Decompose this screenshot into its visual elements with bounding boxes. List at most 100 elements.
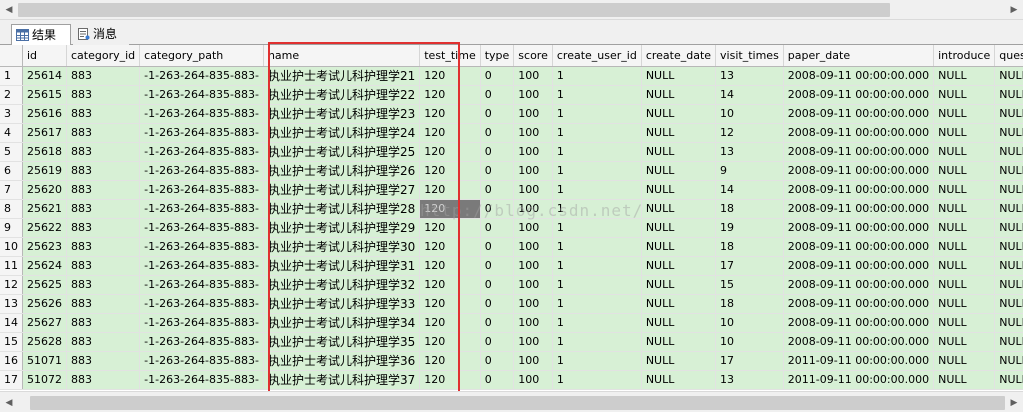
cell-visit-times[interactable]: 10	[715, 104, 784, 124]
cell-id[interactable]: 25625	[22, 275, 67, 295]
cell-questio[interactable]: NULL	[994, 104, 1023, 124]
cell-visit-times[interactable]: 15	[715, 275, 784, 295]
cell-test-time[interactable]: 120	[419, 294, 481, 314]
cell-visit-times[interactable]: 12	[715, 123, 784, 143]
cell-name[interactable]: 执业护士考试儿科护理学30	[263, 237, 421, 257]
cell-create-date[interactable]: NULL	[641, 85, 717, 105]
cell-name[interactable]: 执业护士考试儿科护理学21	[263, 66, 421, 86]
row-number[interactable]: 7	[0, 180, 23, 200]
cell-create-user-id[interactable]: 1	[552, 313, 642, 333]
cell-introduce[interactable]: NULL	[933, 66, 996, 86]
cell-test-time[interactable]: 120	[419, 180, 481, 200]
table-row[interactable]: 11 25624 883 -1-263-264-835-883- 执业护士考试儿科护理学…	[0, 256, 1023, 276]
scroll-left-arrow-icon[interactable]: ◀	[1, 2, 17, 18]
cell-visit-times[interactable]: 13	[715, 370, 784, 390]
cell-name[interactable]: 执业护士考试儿科护理学31	[263, 256, 421, 276]
cell-test-time[interactable]: 120	[419, 85, 481, 105]
cell-create-date[interactable]: NULL	[641, 275, 717, 295]
cell-type[interactable]: 0	[480, 370, 515, 390]
cell-score[interactable]: 100	[513, 180, 553, 200]
cell-visit-times[interactable]: 14	[715, 180, 784, 200]
row-number[interactable]: 15	[0, 332, 23, 352]
table-row[interactable]: 17 51072 883 -1-263-264-835-883- 执业护士考试儿科护理学…	[0, 370, 1023, 390]
cell-test-time[interactable]: 120	[419, 161, 481, 181]
cell-create-user-id[interactable]: 1	[552, 351, 642, 371]
row-number[interactable]: 11	[0, 256, 23, 276]
cell-id[interactable]: 25614	[22, 66, 67, 86]
cell-category-path[interactable]: -1-263-264-835-883-	[139, 256, 264, 276]
cell-category-id[interactable]: 883	[66, 370, 141, 390]
cell-introduce[interactable]: NULL	[933, 142, 996, 162]
cell-test-time[interactable]: 120	[419, 332, 481, 352]
cell-category-path[interactable]: -1-263-264-835-883-	[139, 66, 264, 86]
cell-introduce[interactable]: NULL	[933, 332, 996, 352]
cell-create-user-id[interactable]: 1	[552, 123, 642, 143]
column-header-name[interactable]: name	[263, 45, 421, 67]
cell-type[interactable]: 0	[480, 332, 515, 352]
cell-type[interactable]: 0	[480, 66, 515, 86]
cell-type[interactable]: 0	[480, 275, 515, 295]
cell-type[interactable]: 0	[480, 199, 515, 219]
cell-category-path[interactable]: -1-263-264-835-883-	[139, 123, 264, 143]
column-header-introduce[interactable]: introduce	[933, 45, 996, 67]
cell-score[interactable]: 100	[513, 313, 553, 333]
column-header-visit-times[interactable]: visit_times	[715, 45, 784, 67]
cell-id[interactable]: 25626	[22, 294, 67, 314]
cell-create-user-id[interactable]: 1	[552, 218, 642, 238]
cell-test-time[interactable]: 120	[419, 123, 481, 143]
cell-questio[interactable]: NULL	[994, 66, 1023, 86]
cell-score[interactable]: 100	[513, 123, 553, 143]
cell-visit-times[interactable]: 10	[715, 332, 784, 352]
cell-test-time[interactable]: 120	[419, 104, 481, 124]
cell-create-user-id[interactable]: 1	[552, 161, 642, 181]
cell-introduce[interactable]: NULL	[933, 123, 996, 143]
cell-questio[interactable]: NULL	[994, 370, 1023, 390]
cell-score[interactable]: 100	[513, 142, 553, 162]
cell-category-path[interactable]: -1-263-264-835-883-	[139, 85, 264, 105]
cell-category-id[interactable]: 883	[66, 66, 141, 86]
cell-create-date[interactable]: NULL	[641, 313, 717, 333]
cell-id[interactable]: 25623	[22, 237, 67, 257]
table-row[interactable]: 3 25616 883 -1-263-264-835-883- 执业护士考试儿科护理学2…	[0, 104, 1023, 124]
cell-name[interactable]: 执业护士考试儿科护理学25	[263, 142, 421, 162]
cell-create-date[interactable]: NULL	[641, 180, 717, 200]
cell-name[interactable]: 执业护士考试儿科护理学35	[263, 332, 421, 352]
cell-introduce[interactable]: NULL	[933, 199, 996, 219]
cell-score[interactable]: 100	[513, 218, 553, 238]
cell-score[interactable]: 100	[513, 66, 553, 86]
cell-category-path[interactable]: -1-263-264-835-883-	[139, 180, 264, 200]
cell-create-date[interactable]: NULL	[641, 104, 717, 124]
cell-type[interactable]: 0	[480, 256, 515, 276]
cell-category-id[interactable]: 883	[66, 218, 141, 238]
table-row[interactable]: 7 25620 883 -1-263-264-835-883- 执业护士考试儿科护理学2…	[0, 180, 1023, 200]
cell-introduce[interactable]: NULL	[933, 180, 996, 200]
cell-category-path[interactable]: -1-263-264-835-883-	[139, 351, 264, 371]
column-header-questio[interactable]: questio	[994, 45, 1023, 67]
cell-name[interactable]: 执业护士考试儿科护理学27	[263, 180, 421, 200]
cell-name[interactable]: 执业护士考试儿科护理学37	[263, 370, 421, 390]
cell-score[interactable]: 100	[513, 332, 553, 352]
cell-score[interactable]: 100	[513, 104, 553, 124]
column-header-category-path[interactable]: category_path	[139, 45, 264, 67]
scroll-right-arrow-icon[interactable]: ▶	[1006, 395, 1022, 411]
cell-visit-times[interactable]: 19	[715, 218, 784, 238]
cell-introduce[interactable]: NULL	[933, 294, 996, 314]
cell-type[interactable]: 0	[480, 218, 515, 238]
column-header-score[interactable]: score	[513, 45, 553, 67]
cell-create-user-id[interactable]: 1	[552, 142, 642, 162]
row-number[interactable]: 9	[0, 218, 23, 238]
cell-questio[interactable]: NULL	[994, 123, 1023, 143]
cell-introduce[interactable]: NULL	[933, 218, 996, 238]
cell-id[interactable]: 25615	[22, 85, 67, 105]
cell-name[interactable]: 执业护士考试儿科护理学34	[263, 313, 421, 333]
cell-name[interactable]: 执业护士考试儿科护理学22	[263, 85, 421, 105]
scrollbar-thumb[interactable]	[30, 396, 1005, 410]
row-number[interactable]: 14	[0, 313, 23, 333]
cell-id[interactable]: 25628	[22, 332, 67, 352]
table-row[interactable]: 6 25619 883 -1-263-264-835-883- 执业护士考试儿科护理学2…	[0, 161, 1023, 181]
table-row[interactable]: 10 25623 883 -1-263-264-835-883- 执业护士考试儿科护理学…	[0, 237, 1023, 257]
cell-create-user-id[interactable]: 1	[552, 180, 642, 200]
cell-name[interactable]: 执业护士考试儿科护理学32	[263, 275, 421, 295]
cell-create-user-id[interactable]: 1	[552, 275, 642, 295]
table-row[interactable]: 12 25625 883 -1-263-264-835-883- 执业护士考试儿科护理学…	[0, 275, 1023, 295]
